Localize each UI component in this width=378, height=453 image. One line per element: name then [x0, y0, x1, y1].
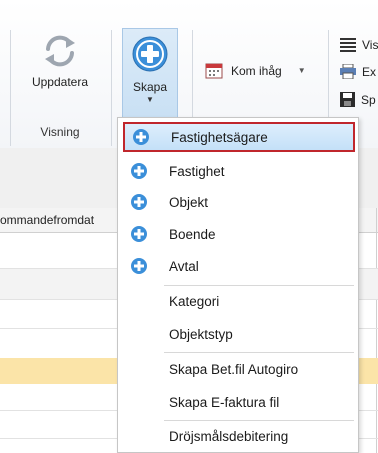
menu-item-label: Objektstyp — [169, 326, 233, 342]
menu-item-label: Fastighet — [169, 163, 225, 179]
menu-item-kategori[interactable]: Kategori — [123, 286, 355, 316]
menu-item-label: Kategori — [169, 293, 220, 309]
column-header-label: Kommandefromdat — [0, 213, 95, 227]
ribbon-separator — [10, 30, 11, 146]
refresh-icon — [45, 35, 75, 67]
menu-item-label: Objekt — [169, 194, 209, 210]
menu-item-label: Avtal — [169, 258, 199, 274]
chevron-down-icon: ▼ — [297, 66, 306, 75]
kom-ihag-label: Kom ihåg — [231, 63, 282, 78]
menu-item-label: Skapa E-faktura fil — [169, 394, 280, 410]
export-label: Ex — [362, 64, 377, 79]
chevron-down-icon: ▼ — [146, 95, 154, 104]
menu-item-skapa-e-faktura-fil[interactable]: Skapa E-faktura fil — [123, 387, 355, 417]
kom-ihag-button[interactable]: Kom ihåg ▼ — [205, 62, 306, 79]
printer-icon — [340, 64, 356, 79]
plus-circle-icon — [132, 36, 168, 72]
save-label: Sp — [361, 92, 376, 107]
calendar-icon — [205, 63, 223, 79]
menu-item-label: Fastighetsägare — [171, 129, 268, 145]
save-button[interactable]: Sp — [340, 92, 376, 107]
menu-item-skapa-bet-fil-autogiro[interactable]: Skapa Bet.fil Autogiro — [123, 354, 355, 384]
skapa-label: Skapa — [132, 80, 168, 94]
plus-circle-icon — [131, 258, 147, 274]
visa-button[interactable]: Vis — [340, 38, 378, 52]
column-separator — [376, 208, 377, 453]
menu-item-label: Skapa Bet.fil Autogiro — [169, 361, 299, 377]
plus-circle-icon — [131, 163, 147, 179]
menu-item-fastighet[interactable]: Fastighet — [123, 156, 355, 186]
plus-circle-icon — [131, 226, 147, 242]
menu-separator — [164, 352, 354, 353]
menu-item-objektstyp[interactable]: Objektstyp — [123, 319, 355, 349]
visa-label: Vis — [362, 38, 378, 52]
visning-group-label: Visning — [40, 125, 80, 139]
uppdatera-label: Uppdatera — [31, 75, 89, 89]
menu-item-boende[interactable]: Boende — [123, 219, 355, 249]
menu-item-objekt[interactable]: Objekt — [123, 187, 355, 217]
menu-item-avtal[interactable]: Avtal — [123, 251, 355, 281]
ribbon-separator — [111, 30, 112, 146]
menu-item-fastighetsagare[interactable]: Fastighetsägare — [123, 122, 355, 152]
plus-circle-icon — [133, 129, 149, 145]
list-icon — [340, 38, 356, 52]
save-icon — [340, 92, 355, 107]
plus-circle-icon — [131, 194, 147, 210]
export-button[interactable]: Ex — [340, 64, 376, 79]
menu-item-drojsmalsdebitering[interactable]: Dröjsmålsdebitering — [123, 421, 355, 451]
skapa-dropdown-menu: Fastighetsägare Fastighet Objekt Boende — [117, 117, 359, 453]
uppdatera-button[interactable]: Uppdatera — [20, 30, 100, 89]
skapa-button[interactable]: Skapa ▼ — [122, 28, 178, 118]
menu-item-label: Dröjsmålsdebitering — [169, 428, 289, 444]
menu-item-label: Boende — [169, 226, 216, 242]
